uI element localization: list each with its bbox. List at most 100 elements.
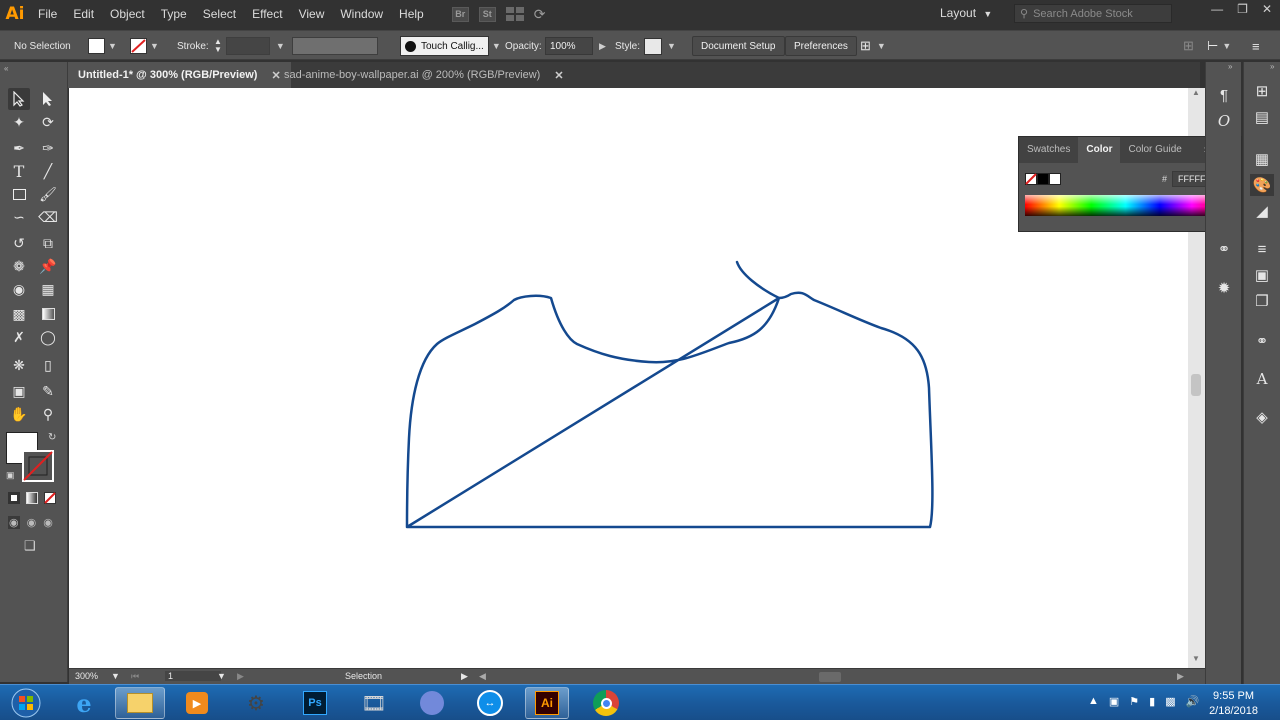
status-menu-icon[interactable]: ▶: [461, 671, 468, 682]
minimize-icon[interactable]: —: [1211, 2, 1223, 16]
paragraph-panel-icon[interactable]: ¶: [1212, 84, 1236, 106]
default-fill-stroke-icon[interactable]: ▣: [6, 470, 15, 481]
color-spectrum[interactable]: [1025, 195, 1226, 216]
artboard-tool-icon[interactable]: ▣: [8, 380, 30, 402]
swap-fill-stroke-icon[interactable]: ↻: [48, 432, 56, 443]
panel-options-icon[interactable]: ⊞: [1183, 31, 1194, 61]
none-mode-icon[interactable]: [44, 492, 56, 504]
none-swatch[interactable]: [1025, 173, 1037, 185]
screen-mode-icon[interactable]: ❑: [24, 538, 36, 554]
collapse-panel-icon[interactable]: «: [4, 64, 8, 73]
zoom-tool-icon[interactable]: ⚲: [37, 403, 59, 425]
first-artboard-icon[interactable]: ⏮: [131, 671, 139, 682]
opacity-field[interactable]: 100%: [545, 37, 593, 55]
hand-tool-icon[interactable]: ✋: [8, 403, 30, 425]
scroll-down-icon[interactable]: ▼: [1192, 654, 1200, 663]
selection-tool-icon[interactable]: [8, 88, 30, 110]
start-button[interactable]: [4, 687, 48, 719]
libraries-panel-icon[interactable]: ⚭: [1250, 330, 1274, 352]
draw-behind-icon[interactable]: ◉: [27, 516, 37, 529]
column-graph-tool-icon[interactable]: ▯: [37, 354, 59, 376]
drawn-shirt-path[interactable]: [405, 260, 934, 529]
stroke-box[interactable]: [22, 450, 54, 482]
align-icon[interactable]: ⊢ ▼: [1207, 31, 1231, 61]
tab-untitled-1[interactable]: Untitled-1* @ 300% (RGB/Preview) ✕: [68, 62, 291, 88]
draw-normal-icon[interactable]: ◉: [8, 516, 20, 529]
tab-swatches[interactable]: Swatches: [1019, 137, 1078, 163]
slice-tool-icon[interactable]: ✎: [37, 380, 59, 402]
menu-object[interactable]: Object: [102, 0, 153, 28]
signal-icon[interactable]: ▩: [1165, 695, 1175, 708]
restore-icon[interactable]: ❐: [1237, 2, 1248, 16]
symbol-sprayer-tool-icon[interactable]: ❋: [8, 354, 30, 376]
properties-panel-icon[interactable]: ▤: [1250, 106, 1274, 128]
video-editor-icon[interactable]: 🎞: [352, 687, 396, 719]
game-icon[interactable]: ⚙: [234, 687, 278, 719]
workspace-switcher[interactable]: Layout ▼: [940, 6, 992, 20]
bridge-icon[interactable]: Br: [451, 6, 469, 22]
graphic-style-control[interactable]: ▼: [644, 31, 676, 61]
links-panel-icon[interactable]: ⚭: [1212, 238, 1236, 260]
menu-file[interactable]: File: [30, 0, 65, 28]
chevron-down-icon[interactable]: ▼: [111, 671, 120, 681]
close-icon[interactable]: ✕: [554, 69, 563, 82]
photoshop-icon[interactable]: Ps: [293, 687, 337, 719]
arrange-icon[interactable]: ⊞ ▼: [860, 31, 886, 61]
arrange-documents-icon[interactable]: [505, 7, 524, 21]
expand-dock-icon[interactable]: »: [1228, 62, 1232, 71]
zoom-level[interactable]: 300%: [75, 671, 98, 681]
tab-sad-anime-boy-wallpaper[interactable]: sad-anime-boy-wallpaper.ai @ 200% (RGB/P…: [274, 62, 574, 88]
appearance-panel-icon[interactable]: ❐: [1250, 290, 1274, 312]
artboards-panel-icon[interactable]: ⊞: [1250, 80, 1274, 102]
lasso-tool-icon[interactable]: ⟳: [37, 111, 59, 133]
pen-tool-icon[interactable]: ✒: [8, 137, 30, 159]
color-panel-icon[interactable]: 🎨: [1250, 174, 1274, 196]
mesh-tool-icon[interactable]: ▩: [8, 303, 30, 325]
scroll-up-icon[interactable]: ▲: [1192, 88, 1200, 97]
menu-view[interactable]: View: [291, 0, 333, 28]
draw-inside-icon[interactable]: ◉: [43, 516, 53, 529]
illustrator-taskbar-icon[interactable]: Ai: [525, 687, 569, 719]
file-explorer-icon[interactable]: [115, 687, 165, 719]
stroke-weight-stepper[interactable]: ▲ ▼ ▼: [214, 31, 285, 61]
horizontal-scroll-thumb[interactable]: [819, 672, 841, 682]
rectangle-tool-icon[interactable]: [8, 183, 30, 205]
color-guide-panel-icon[interactable]: ◢: [1250, 200, 1274, 222]
opacity-control[interactable]: 100% ▶: [545, 31, 606, 61]
teamviewer-icon[interactable]: ↔: [468, 687, 512, 719]
collapse-dock-icon[interactable]: »: [1270, 62, 1274, 71]
perspective-grid-tool-icon[interactable]: ▦: [37, 278, 59, 300]
magic-wand-tool-icon[interactable]: ✦: [8, 111, 30, 133]
network-icon[interactable]: ▣: [1109, 695, 1119, 708]
gpu-performance-icon[interactable]: ⟳: [534, 6, 546, 23]
preferences-button[interactable]: Preferences: [785, 36, 857, 56]
curvature-tool-icon[interactable]: ✑: [37, 137, 59, 159]
white-swatch[interactable]: [1049, 173, 1061, 185]
close-icon[interactable]: ✕: [1262, 2, 1272, 16]
next-artboard-icon[interactable]: ▶: [237, 671, 244, 682]
scroll-right-icon[interactable]: ▶: [1177, 671, 1184, 682]
stroke-panel-icon[interactable]: ≡: [1250, 238, 1274, 260]
internet-explorer-icon[interactable]: e: [62, 687, 106, 719]
menu-type[interactable]: Type: [153, 0, 195, 28]
type-tool-icon[interactable]: T: [8, 160, 30, 182]
scale-tool-icon[interactable]: ⧉: [37, 232, 59, 254]
eyedropper-tool-icon[interactable]: ✗: [8, 326, 30, 348]
scroll-left-icon[interactable]: ◀: [479, 671, 486, 682]
brush-definition-dropdown[interactable]: Touch Callig... ▼: [400, 31, 501, 61]
transparency-panel-icon[interactable]: ▣: [1250, 264, 1274, 286]
discord-icon[interactable]: [410, 687, 454, 719]
shape-builder-tool-icon[interactable]: ◉: [8, 278, 30, 300]
stroke-color-control[interactable]: ▼: [130, 31, 159, 61]
color-mode-icon[interactable]: [8, 492, 20, 504]
paintbrush-tool-icon[interactable]: 🖌: [37, 183, 59, 205]
direct-selection-tool-icon[interactable]: [37, 88, 59, 110]
menu-help[interactable]: Help: [391, 0, 432, 28]
artboard-number[interactable]: 1: [165, 671, 221, 681]
control-bar-menu-icon[interactable]: ≡: [1252, 31, 1260, 61]
show-hidden-icons-icon[interactable]: ▲: [1088, 695, 1099, 708]
search-adobe-stock-input[interactable]: ⚲ Search Adobe Stock: [1014, 4, 1172, 23]
system-clock[interactable]: 9:55 PM 2/18/2018: [1209, 689, 1258, 719]
opentype-panel-icon[interactable]: O: [1212, 110, 1236, 132]
chrome-icon[interactable]: [584, 687, 628, 719]
